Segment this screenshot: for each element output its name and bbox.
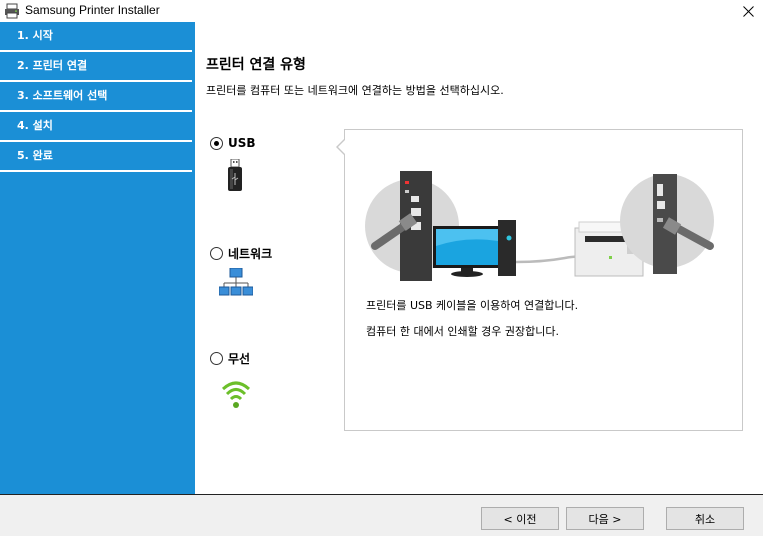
step-printer-connection: 2. 프린터 연결 — [0, 52, 192, 82]
wireless-radio[interactable] — [210, 352, 223, 365]
usb-label: USB — [228, 136, 256, 150]
page-description: 프린터를 컴퓨터 또는 네트워크에 연결하는 방법을 선택하십시오. — [206, 84, 504, 97]
title-bar: Samsung Printer Installer — [0, 0, 763, 22]
infobox-pointer-inner — [338, 140, 345, 154]
wireless-option[interactable]: 무선 — [210, 350, 250, 367]
wireless-icon — [221, 381, 251, 408]
step-finish: 5. 완료 — [0, 142, 192, 172]
network-icon — [219, 268, 253, 296]
network-radio[interactable] — [210, 247, 223, 260]
step-install: 4. 설치 — [0, 112, 192, 142]
printer-app-icon — [5, 3, 19, 19]
network-label: 네트워크 — [228, 247, 273, 261]
page-title: 프린터 연결 유형 — [206, 57, 306, 73]
button-bar: < 이전 다음 > 취소 — [0, 494, 763, 536]
close-button[interactable] — [733, 0, 763, 22]
window-title: Samsung Printer Installer — [25, 3, 160, 17]
info-line-1: 프린터를 USB 케이블을 이용하여 연결합니다. — [366, 299, 579, 312]
usb-radio[interactable] — [210, 136, 223, 150]
info-line-2: 컴퓨터 한 대에서 인쇄할 경우 권장합니다. — [366, 325, 560, 338]
connection-info-box: 프린터를 USB 케이블을 이용하여 연결합니다. 컴퓨터 한 대에서 인쇄할 … — [344, 129, 743, 431]
steps-sidebar: 1. 시작 2. 프린터 연결 3. 소프트웨어 선택 4. 설치 5. 완료 — [0, 22, 195, 494]
step-software-selection: 3. 소프트웨어 선택 — [0, 82, 192, 112]
close-icon — [742, 5, 754, 17]
usb-connection-illustration — [365, 171, 714, 281]
cancel-button[interactable]: 취소 — [666, 507, 744, 530]
main-panel: 프린터 연결 유형 프린터를 컴퓨터 또는 네트워크에 연결하는 방법을 선택하… — [195, 22, 763, 494]
back-button[interactable]: < 이전 — [481, 507, 559, 530]
wireless-label: 무선 — [228, 352, 251, 366]
network-option[interactable]: 네트워크 — [210, 245, 272, 262]
usb-icon — [228, 159, 242, 191]
next-button[interactable]: 다음 > — [566, 507, 644, 530]
step-start: 1. 시작 — [0, 22, 192, 52]
usb-option[interactable]: USB — [210, 136, 256, 150]
